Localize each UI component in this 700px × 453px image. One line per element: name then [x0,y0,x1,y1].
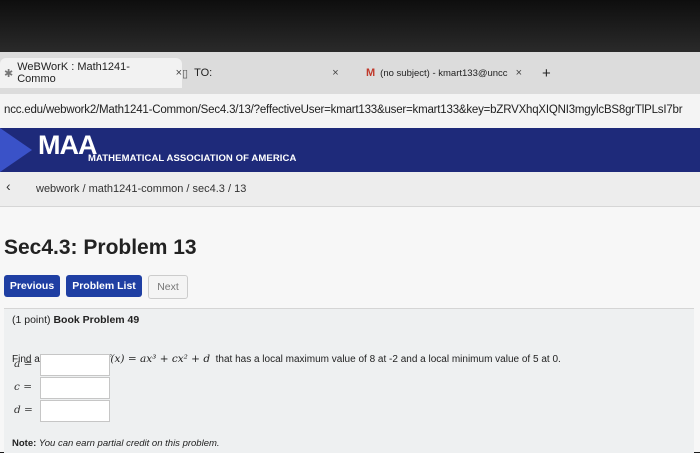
tab-favicon-icon: ✱ [4,67,14,80]
close-icon[interactable]: × [516,67,522,79]
tab-webwork[interactable]: ✱ WeBWorK : Math1241-Commo × [0,58,182,88]
note-text: You can earn partial credit on this prob… [38,438,220,449]
answer-input-c[interactable] [40,377,110,399]
tab-to[interactable]: ▯ TO: × [182,58,352,88]
note-label: Note: [12,438,37,449]
back-chevron-icon[interactable]: ‹ [6,178,11,194]
answer-label-d: d = [14,404,33,416]
formula: f(x) = ax³ + cx² + d [106,353,211,365]
answer-input-d[interactable] [40,400,110,422]
answer-input-a[interactable] [40,354,110,376]
book-label: Book Problem 49 [53,314,140,326]
close-icon[interactable]: × [332,67,338,79]
partial-credit-note: Note: You can earn partial credit on thi… [12,438,220,449]
site-header [0,128,700,172]
tab-mail[interactable]: M (no subject) - kmart133@uncc × [366,58,536,88]
tab-label: TO: [194,67,213,79]
page-title: Sec4.3: Problem 13 [4,236,197,259]
points-label: (1 point) [12,314,51,326]
new-tab-button[interactable]: + [542,58,551,88]
gmail-icon: M [366,67,376,79]
maa-logo-icon [0,128,32,172]
answer-label-a: a = [14,358,33,370]
document-icon: ▯ [182,67,189,80]
address-url: ncc.edu/webwork2/Math1241-Common/Sec4.3/… [4,104,683,116]
next-button[interactable]: Next [148,275,188,299]
problem-points: (1 point) Book Problem 49 [12,314,139,326]
screen-bezel [0,0,700,52]
tab-label: (no subject) - kmart133@uncc [380,67,508,79]
tab-label: WeBWorK : Math1241-Commo [17,61,130,85]
breadcrumb[interactable]: webwork / math1241-common / sec4.3 / 13 [36,183,246,195]
problem-list-button[interactable]: Problem List [66,275,142,297]
previous-button[interactable]: Previous [4,275,60,297]
prompt-end: that has a local maximum value of 8 at -… [215,354,561,365]
maa-subtitle: MATHEMATICAL ASSOCIATION OF AMERICA [88,153,297,164]
answer-label-c: c = [14,381,33,393]
